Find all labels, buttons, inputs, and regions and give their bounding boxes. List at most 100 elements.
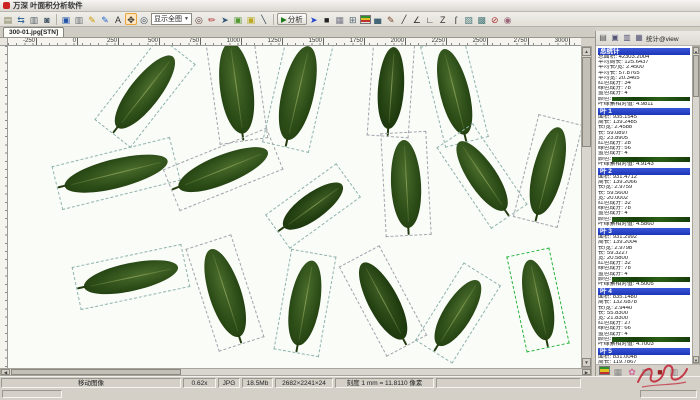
scroll-down-icon[interactable]: ▼ [582,358,591,367]
ruler-tick [528,38,529,46]
pencil-yellow-icon[interactable]: ✎ [86,13,98,25]
histogram-icon[interactable]: ▅ [372,13,384,25]
panel-toolbar-label: 统计@view [646,33,679,43]
scroll-right-icon[interactable]: ▶ [582,369,591,375]
view-mode-dropdown[interactable]: 显示全图▼ [151,13,192,25]
color-swatch [612,217,690,222]
z-tool-icon[interactable]: Z [437,13,449,25]
stat-row: 叶绿素相对值: 4.5005 [598,282,690,287]
tab-bar: 300-01.jpg[STN] [0,27,595,38]
leaf-midrib [389,53,395,123]
statusbar-cell: 18.5Mb [242,378,273,388]
section-header[interactable]: 叶 1 [598,108,690,115]
info-icon[interactable]: ◉ [502,13,514,25]
grid-icon[interactable]: ▦ [334,13,346,25]
save-result-icon[interactable]: ▥ [622,33,632,43]
cells-icon[interactable]: ▩ [476,13,488,25]
marker-yellow-icon[interactable]: ▣ [245,13,257,25]
statusbar-cell: 移动图像 [1,378,181,388]
ruler-tick [200,38,201,46]
stat-row: 叶绿素相对值: 4.9811 [598,102,690,107]
spline-icon[interactable]: ʃ [450,13,462,25]
bottom-strip [0,388,700,400]
statusbar-cell: JPG [218,378,240,388]
scroll-up-icon[interactable]: ▲ [582,47,591,56]
section-header[interactable]: 叶 3 [598,228,690,235]
table-icon[interactable]: ⊞ [347,13,359,25]
statusbar-cell: 刻度 1 mm = 11.8110 像素 [335,378,434,388]
signature-watermark [632,358,694,392]
camera-icon[interactable]: ◙ [41,13,53,25]
statusbar-cell: 2682×2241×24 [275,378,333,388]
section-header[interactable]: 叶 5 [598,348,690,355]
toolbar-separator [273,14,274,25]
print-preview-icon[interactable]: ▥ [28,13,40,25]
flag-icon[interactable] [360,15,371,24]
printer-icon[interactable]: ▥ [73,13,85,25]
ruler-label: -250 [23,38,35,44]
flag-small-icon[interactable] [599,366,610,375]
line-tool-icon[interactable]: ╲ [258,13,270,25]
section-header[interactable]: 叶 4 [598,288,690,295]
grid2-icon[interactable]: ▧ [463,13,475,25]
hand-tool-icon[interactable]: ✥ [125,13,137,25]
right-angle-icon[interactable]: ∟ [424,13,436,25]
panel-scroll-thumb[interactable] [693,55,699,97]
leaf-midrib [121,62,169,124]
vertical-ruler [0,46,8,368]
bottom-segment [2,390,62,398]
ruler-label: 2500 [473,38,486,44]
clipboard-icon[interactable]: ▤ [2,13,14,25]
ruler-tick [159,38,160,46]
vertical-scroll-thumb[interactable] [582,57,591,147]
ruler-label: 0 [73,38,76,44]
section-header[interactable]: 叶 2 [598,168,690,175]
ruler-label: 1000 [227,38,240,44]
ruler-tick [323,38,324,46]
panel-scroll-up-icon[interactable]: ▲ [693,47,699,54]
ruler-tick [77,38,78,46]
magnifier-icon[interactable]: ◎ [138,13,150,25]
copy-icon[interactable]: ▣ [610,33,620,43]
color-swatch [612,157,690,162]
ruler-label: 2750 [514,38,527,44]
leaf-midrib [230,49,242,127]
panel-scrollbar[interactable]: ▲ ▼ [692,46,700,364]
leaf-midrib [531,265,547,334]
stat-row: 叶绿素相对值: 4.7003 [598,342,690,347]
angle-icon[interactable]: ∠ [411,13,423,25]
section-header[interactable]: 总统计 [598,48,690,55]
export-icon[interactable]: ▤ [598,33,608,43]
image-tab[interactable]: 300-01.jpg[STN] [3,27,64,37]
ruler-tick [569,38,570,46]
eyedropper-icon[interactable]: ✏ [206,13,218,25]
ruler-tick [282,38,283,46]
ruler-corner [0,38,8,46]
stop-icon[interactable]: ■ [321,13,333,25]
scroll-left-icon[interactable]: ◀ [1,369,10,375]
analyze-button[interactable]: ▶分析 [277,13,307,25]
statistics-list: 总统计总面积: 42303.2004平均周长: 125.6437平均长/宽: 2… [596,46,692,364]
window-title: 万深 叶面积分析软件 [13,0,83,11]
save-icon[interactable]: ▣ [60,13,72,25]
image-canvas[interactable] [8,46,581,368]
forbid-icon[interactable]: ⊘ [489,13,501,25]
leaf-midrib [299,267,313,340]
pen-blue-icon[interactable]: ✎ [99,13,111,25]
vertical-scrollbar[interactable]: ▲ ▼ [581,46,592,368]
diagonal-icon[interactable]: ╱ [398,13,410,25]
analyze-button-icon: ▶ [281,15,287,24]
print-result-icon[interactable]: ▦ [634,33,644,43]
marker-green-icon[interactable]: ▣ [232,13,244,25]
horizontal-scroll-thumb[interactable] [11,369,181,375]
zoom-in-icon[interactable]: ◎ [193,13,205,25]
text-tool-icon[interactable]: A [112,13,124,25]
link-icon[interactable]: ⇆ [15,13,27,25]
color-swatch [612,337,690,342]
draw-pen-icon[interactable]: ✎ [385,13,397,25]
arrow-tool-icon[interactable]: ➤ [219,13,231,25]
ruler-tick [446,38,447,46]
grid-small-icon[interactable]: ▦ [612,365,624,377]
horizontal-scrollbar[interactable]: ◀ ▶ [0,368,592,376]
play-icon[interactable]: ➤ [308,13,320,25]
